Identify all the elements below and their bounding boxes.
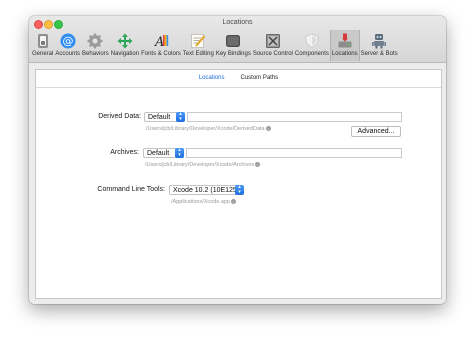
command-line-tools-path[interactable]: /Applications/Xcode.app ›: [171, 199, 237, 205]
toolbar-label-components: Components: [294, 51, 329, 57]
general-switch-icon: [34, 32, 51, 49]
archives-label: Archives:: [110, 149, 139, 156]
advanced-button[interactable]: Advanced...: [351, 126, 401, 137]
tab-bar: Locations Custom Paths: [36, 75, 441, 81]
hard-drive-icon: [336, 32, 353, 49]
title-bar: Locations General @ Accounts Behaviors N…: [29, 16, 446, 63]
toolbar-label-behaviors: Behaviors: [82, 51, 109, 57]
chevron-updown-icon: ▴ ▾: [176, 112, 185, 122]
archives-value: Default: [147, 150, 170, 157]
toolbar-label-locations: Locations: [331, 51, 358, 57]
toolbar-item-navigation[interactable]: Navigation: [110, 30, 140, 61]
tab-locations[interactable]: Locations: [199, 75, 225, 81]
toolbar-label-server-bots: Server & Bots: [360, 51, 398, 57]
toolbar-label-navigation: Navigation: [110, 51, 140, 57]
toolbar-label-fonts-colors: Fonts & Colors: [141, 51, 181, 57]
navigation-arrows-icon: [116, 32, 133, 49]
toolbar-item-components[interactable]: Components: [294, 30, 330, 61]
locations-panel: Locations Custom Paths Derived Data: Def…: [35, 69, 442, 299]
derived-data-label: Derived Data:: [98, 113, 141, 120]
toolbar-item-source-control[interactable]: Source Control: [252, 30, 294, 61]
tab-divider: [36, 87, 441, 88]
derived-data-path[interactable]: /Users/jcb/Library/Developer/Xcode/Deriv…: [146, 126, 271, 132]
svg-text:@: @: [62, 34, 73, 47]
toolbar-label-source-control: Source Control: [252, 51, 293, 57]
shield-icon: [303, 32, 320, 49]
toolbar-item-accounts[interactable]: @ Accounts: [54, 30, 81, 61]
robot-icon: [371, 32, 388, 49]
toolbar-label-key-bindings: Key Bindings: [215, 51, 251, 57]
archives-path-field[interactable]: [186, 148, 402, 158]
toolbar-label-general: General: [32, 51, 54, 57]
toolbar-item-locations[interactable]: Locations: [329, 30, 360, 61]
reveal-arrow-icon[interactable]: ›: [231, 199, 237, 205]
toolbar-item-text-editing[interactable]: Text Editing: [182, 30, 215, 61]
toolbar-item-behaviors[interactable]: Behaviors: [81, 30, 110, 61]
command-line-tools-popup[interactable]: Xcode 10.2 (10E125) ▴ ▾: [169, 185, 244, 195]
command-line-tools-label: Command Line Tools:: [97, 186, 165, 193]
reveal-arrow-icon[interactable]: ›: [265, 126, 271, 132]
command-line-tools-value: Xcode 10.2 (10E125): [173, 187, 240, 194]
tab-custom-paths[interactable]: Custom Paths: [241, 75, 279, 81]
at-sign-icon: @: [59, 32, 76, 49]
preferences-window: Locations General @ Accounts Behaviors N…: [29, 16, 446, 304]
chevron-updown-icon: ▴ ▾: [235, 185, 244, 195]
derived-data-path-text: /Users/jcb/Library/Developer/Xcode/Deriv…: [146, 126, 265, 132]
derived-data-value: Default: [148, 114, 171, 121]
derived-data-popup[interactable]: Default ▴ ▾: [144, 112, 185, 122]
preferences-toolbar: General @ Accounts Behaviors Navigation …: [31, 30, 399, 62]
toolbar-item-key-bindings[interactable]: Key Bindings: [215, 30, 252, 61]
archives-popup[interactable]: Default ▴ ▾: [143, 148, 184, 158]
source-control-icon: [264, 32, 281, 49]
toolbar-item-fonts-colors[interactable]: A Fonts & Colors: [140, 30, 182, 61]
text-editing-icon: [190, 32, 207, 49]
fonts-colors-icon: A: [152, 32, 169, 49]
toolbar-label-text-editing: Text Editing: [182, 51, 214, 57]
toolbar-label-accounts: Accounts: [55, 51, 81, 57]
chevron-updown-icon: ▴ ▾: [175, 148, 184, 158]
window-title: Locations: [222, 19, 253, 26]
toolbar-item-server-bots[interactable]: Server & Bots: [360, 30, 399, 61]
command-line-tools-path-text: /Applications/Xcode.app: [171, 199, 231, 205]
reveal-arrow-icon[interactable]: ›: [255, 162, 261, 168]
gear-icon: [87, 32, 104, 49]
svg-text:A: A: [154, 35, 164, 49]
toolbar-item-general[interactable]: General: [31, 30, 54, 61]
archives-path-text: /Users/jcb/Library/Developer/Xcode/Archi…: [145, 162, 255, 168]
archives-path[interactable]: /Users/jcb/Library/Developer/Xcode/Archi…: [145, 162, 261, 168]
keyboard-icon: [225, 32, 242, 49]
derived-data-path-field[interactable]: [187, 112, 402, 122]
